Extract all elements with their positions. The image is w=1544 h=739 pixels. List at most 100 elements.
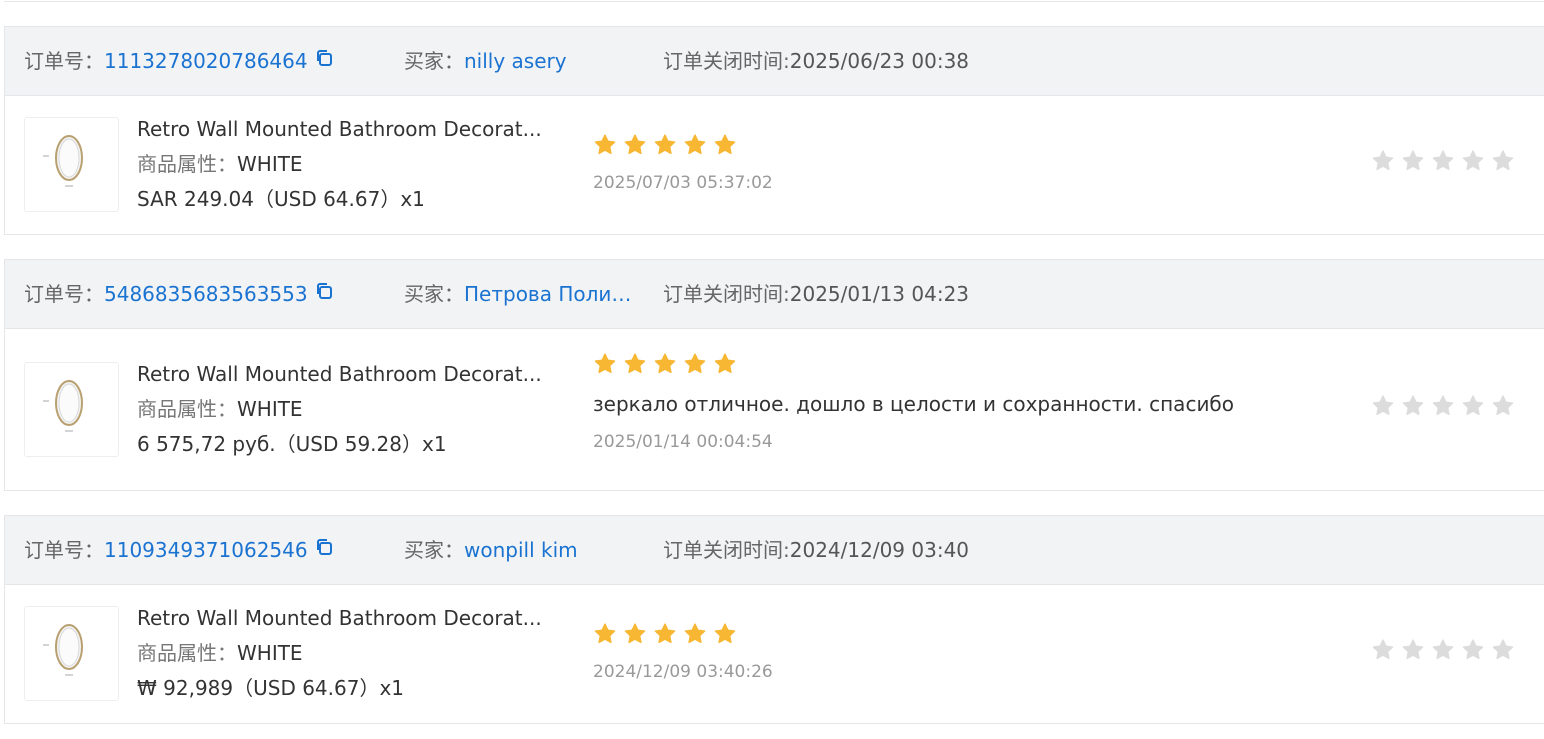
review-time: 2024/12/09 03:40:26 [593,662,773,682]
order-number-label: 订单号： [24,282,104,306]
close-time-group: 订单关闭时间:2025/01/13 04:23 [663,260,969,329]
star-icon[interactable] [1401,638,1425,662]
buyer-review: зеркало отличное. дошло в целости и сохр… [593,352,1234,452]
star-icon [714,353,736,374]
attr-label: 商品属性： [137,152,237,176]
product-attributes: 商品属性：WHITE [137,392,542,427]
star-icon [594,353,616,374]
copy-icon[interactable] [314,516,334,585]
star-icon [684,623,706,644]
copy-icon[interactable] [314,260,334,329]
buyer-label: 买家： [404,49,464,73]
star-icon[interactable] [1371,638,1395,662]
star-icon[interactable] [1461,638,1485,662]
buyer-review: 2025/07/03 05:37:02 [593,133,773,193]
close-time-label: 订单关闭时间: [663,49,790,73]
seller-rating-stars[interactable] [1371,149,1515,173]
order-number-link[interactable]: 1113278020786464 [104,49,308,73]
star-icon [594,623,616,644]
star-icon [624,353,646,374]
product-thumbnail[interactable] [24,117,119,212]
star-icon [714,623,736,644]
order-card: 订单号：1113278020786464 买家：nilly asery 订单关闭… [4,26,1544,235]
top-divider [4,0,1544,2]
star-icon[interactable] [1371,149,1395,173]
star-icon[interactable] [1491,149,1515,173]
product-price: ₩ 92,989（USD 64.67）x1 [137,676,405,700]
buyer-rating-stars [593,133,773,157]
attr-label: 商品属性： [137,397,237,421]
star-icon [684,353,706,374]
product-attributes: 商品属性：WHITE [137,636,542,671]
buyer-name-link[interactable]: wonpill kim [464,516,578,585]
buyer-rating-stars [593,352,1234,376]
product-title[interactable]: Retro Wall Mounted Bathroom Decorat... [137,112,542,147]
product-info: Retro Wall Mounted Bathroom Decorat... 商… [137,357,542,462]
review-text: зеркало отличное. дошло в целости и сохр… [593,392,1235,416]
order-number-group: 订单号：5486835683563553 [24,260,334,329]
star-icon[interactable] [1491,638,1515,662]
product-thumbnail[interactable] [24,606,119,701]
star-icon[interactable] [1461,394,1485,418]
star-icon[interactable] [1371,394,1395,418]
star-icon [654,623,676,644]
star-icon [714,134,736,155]
product-price: SAR 249.04（USD 64.67）x1 [137,187,425,211]
close-time-label: 订单关闭时间: [663,282,790,306]
product-attributes: 商品属性：WHITE [137,147,542,182]
buyer-name-link[interactable]: nilly asery [464,27,567,96]
star-icon [624,134,646,155]
copy-icon[interactable] [314,27,334,96]
review-time: 2025/01/14 00:04:54 [593,432,773,452]
product-thumbnail[interactable] [24,362,119,457]
close-time-value: 2025/06/23 00:38 [789,49,970,73]
star-icon[interactable] [1401,394,1425,418]
order-header: 订单号：5486835683563553 买家：Петрова Полин...… [5,260,1544,329]
attr-label: 商品属性： [137,641,237,665]
attr-value: WHITE [237,152,303,176]
order-header: 订单号：1109349371062546 买家：wonpill kim 订单关闭… [5,516,1544,585]
star-icon[interactable] [1461,149,1485,173]
star-icon[interactable] [1431,394,1455,418]
product-info: Retro Wall Mounted Bathroom Decorat... 商… [137,112,542,217]
attr-value: WHITE [237,397,303,421]
close-time-value: 2025/01/13 04:23 [789,282,970,306]
buyer-review: 2024/12/09 03:40:26 [593,622,773,682]
buyer-group: 买家：wonpill kim [404,516,578,585]
order-number-link[interactable]: 1109349371062546 [104,538,308,562]
star-icon [624,623,646,644]
seller-rating-stars[interactable] [1371,394,1515,418]
star-icon [654,134,676,155]
product-title[interactable]: Retro Wall Mounted Bathroom Decorat... [137,601,542,636]
star-icon [654,353,676,374]
buyer-name-link[interactable]: Петрова Полин... [464,260,642,329]
star-icon[interactable] [1491,394,1515,418]
product-title[interactable]: Retro Wall Mounted Bathroom Decorat... [137,357,542,392]
star-icon [594,134,616,155]
order-card: 订单号：5486835683563553 买家：Петрова Полин...… [4,259,1544,491]
product-price: 6 575,72 руб.（USD 59.28）x1 [137,432,447,456]
buyer-rating-stars [593,622,773,646]
buyer-group: 买家：Петрова Полин... [404,260,642,329]
close-time-label: 订单关闭时间: [663,538,790,562]
oval-mirror-thumbnail [43,380,83,432]
star-icon[interactable] [1401,149,1425,173]
order-number-label: 订单号： [24,538,104,562]
star-icon[interactable] [1431,638,1455,662]
review-time: 2025/07/03 05:37:02 [593,173,773,193]
star-icon[interactable] [1431,149,1455,173]
close-time-group: 订单关闭时间:2025/06/23 00:38 [663,27,969,96]
order-number-group: 订单号：1113278020786464 [24,27,334,96]
buyer-group: 买家：nilly asery [404,27,567,96]
seller-rating-stars[interactable] [1371,638,1515,662]
attr-value: WHITE [237,641,303,665]
product-info: Retro Wall Mounted Bathroom Decorat... 商… [137,601,542,706]
star-icon [684,134,706,155]
order-number-link[interactable]: 5486835683563553 [104,282,308,306]
order-header: 订单号：1113278020786464 买家：nilly asery 订单关闭… [5,27,1544,96]
oval-mirror-thumbnail [43,624,83,676]
oval-mirror-thumbnail [43,135,83,187]
order-number-group: 订单号：1109349371062546 [24,516,334,585]
order-number-label: 订单号： [24,49,104,73]
close-time-value: 2024/12/09 03:40 [789,538,970,562]
